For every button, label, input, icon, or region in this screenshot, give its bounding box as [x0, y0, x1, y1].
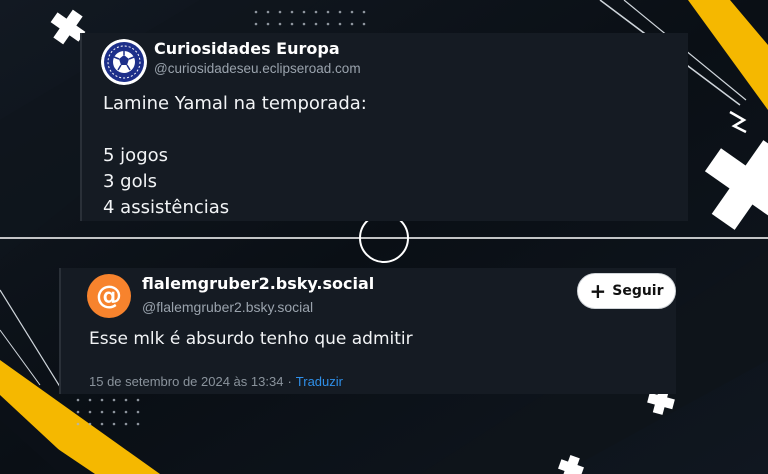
follow-button[interactable]: + Seguir: [577, 273, 676, 309]
post-card-flalemgruber2[interactable]: @ flalemgruber2.bsky.social @flalemgrube…: [59, 268, 676, 394]
post-text: Lamine Yamal na temporada: 5 jogos 3 gol…: [103, 91, 367, 221]
soccer-ball-logo-icon: [101, 39, 147, 85]
post-text-line: 3 gols: [103, 171, 157, 192]
author-handle[interactable]: @curiosidadeseu.eclipseroad.com: [154, 61, 361, 76]
author-handle[interactable]: @flalemgruber2.bsky.social: [142, 299, 313, 315]
plus-icon: +: [589, 279, 607, 303]
translate-link[interactable]: Traduzir: [296, 374, 343, 389]
follow-button-label: Seguir: [612, 283, 664, 299]
author-avatar[interactable]: @: [87, 274, 131, 318]
post-text-line: 5 jogos: [103, 145, 169, 166]
author-name[interactable]: Curiosidades Europa: [154, 39, 340, 58]
post-text-line: 4 assistências: [103, 197, 230, 218]
meta-separator: ·: [287, 374, 292, 389]
post-card-curiosidades-europa[interactable]: Curiosidades Europa @curiosidadeseu.ecli…: [80, 33, 688, 221]
author-avatar[interactable]: [101, 39, 147, 85]
post-text-blank-line: [103, 117, 367, 143]
at-sign-icon: @: [96, 281, 122, 311]
post-text-line: Lamine Yamal na temporada:: [103, 93, 367, 114]
post-timestamp[interactable]: 15 de setembro de 2024 às 13:34: [89, 374, 283, 389]
post-text: Esse mlk é absurdo tenho que admitir: [89, 329, 413, 349]
post-meta: 15 de setembro de 2024 às 13:34 · Traduzir: [89, 374, 343, 389]
author-name[interactable]: flalemgruber2.bsky.social: [142, 274, 374, 293]
